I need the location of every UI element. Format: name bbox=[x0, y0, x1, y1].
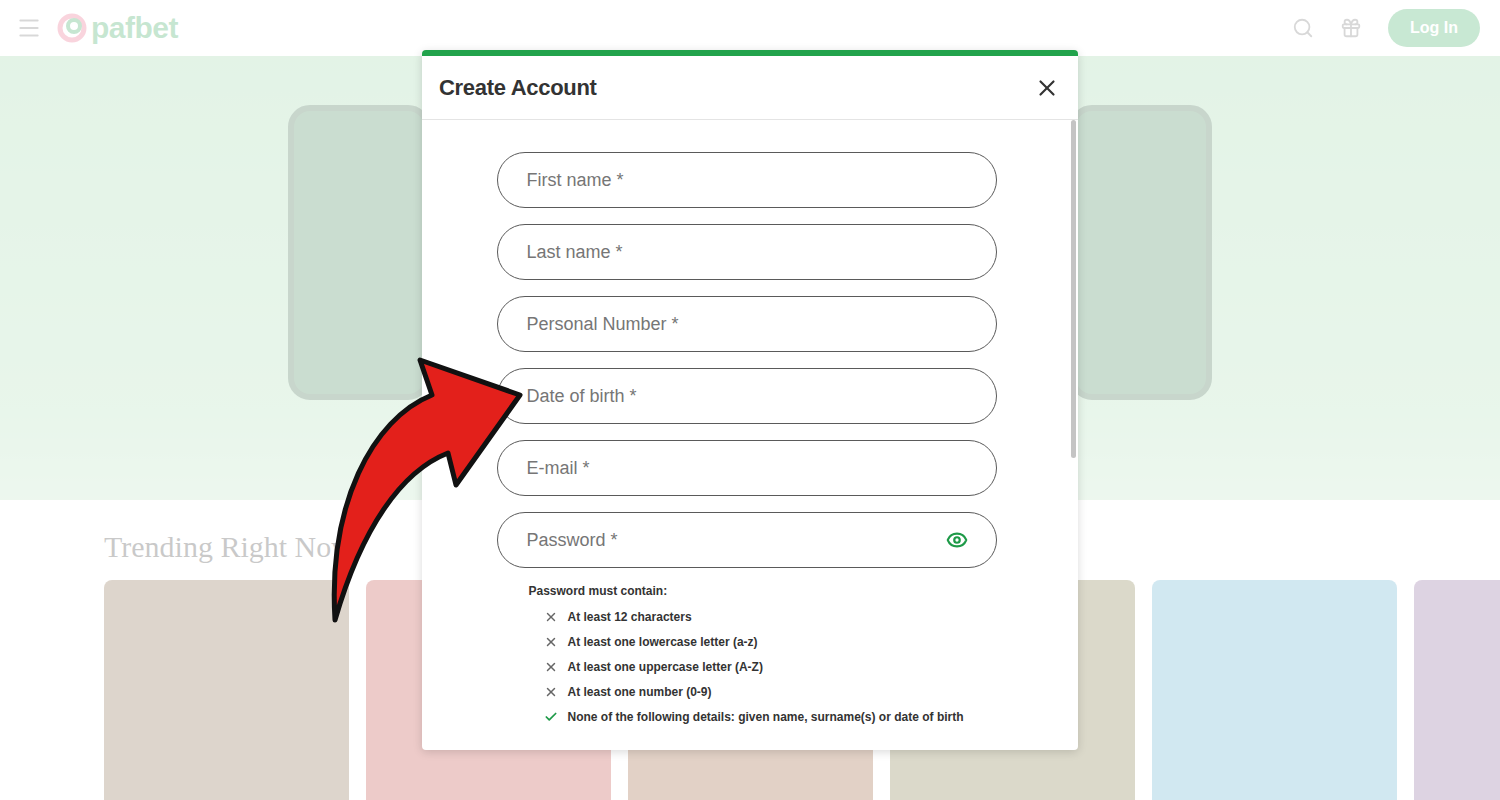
text-input[interactable] bbox=[527, 516, 946, 565]
create-account-modal: Create Account Password must contain: At l… bbox=[422, 50, 1078, 750]
red-arrow-icon bbox=[320, 355, 530, 627]
scrollbar-thumb[interactable] bbox=[1071, 120, 1076, 458]
form-field bbox=[497, 440, 997, 496]
eye-icon bbox=[946, 529, 968, 551]
cross-icon bbox=[544, 635, 558, 649]
rule-label: At least 12 characters bbox=[568, 610, 692, 624]
check-icon bbox=[544, 710, 558, 724]
cross-icon bbox=[544, 610, 558, 624]
form-field bbox=[497, 296, 997, 352]
form-field bbox=[497, 224, 997, 280]
text-input[interactable] bbox=[527, 156, 968, 205]
page: pafbetLog InTrending Right NowCreate Acc… bbox=[0, 0, 1500, 800]
form-field bbox=[497, 152, 997, 208]
rule-row: At least one lowercase letter (a-z) bbox=[529, 633, 997, 650]
rule-row: At least one number (0-9) bbox=[529, 683, 997, 700]
rule-row: At least 12 characters bbox=[529, 608, 997, 625]
signup-form: Password must contain: At least 12 charac… bbox=[422, 120, 1071, 750]
rule-label: None of the following details: given nam… bbox=[568, 710, 964, 724]
cross-icon bbox=[544, 685, 558, 699]
text-input[interactable] bbox=[527, 300, 968, 349]
rule-label: At least one lowercase letter (a-z) bbox=[568, 635, 758, 649]
rule-label: At least one number (0-9) bbox=[568, 685, 712, 699]
form-field bbox=[497, 512, 997, 568]
text-input[interactable] bbox=[527, 372, 968, 421]
show-password-button[interactable] bbox=[946, 529, 968, 551]
modal-header: Create Account bbox=[422, 56, 1078, 120]
close-icon bbox=[1034, 75, 1060, 101]
close-button[interactable] bbox=[1034, 75, 1060, 101]
rule-row: At least one uppercase letter (A-Z) bbox=[529, 658, 997, 675]
cross-icon bbox=[544, 660, 558, 674]
password-rules: Password must contain: At least 12 charac… bbox=[497, 584, 997, 725]
modal-body: Password must contain: At least 12 charac… bbox=[422, 120, 1078, 750]
scrollbar[interactable] bbox=[1071, 120, 1076, 750]
text-input[interactable] bbox=[527, 228, 968, 277]
rules-title: Password must contain: bbox=[529, 584, 997, 598]
rule-row: None of the following details: given nam… bbox=[529, 708, 997, 725]
text-input[interactable] bbox=[527, 444, 968, 493]
modal-title: Create Account bbox=[439, 75, 597, 101]
rule-label: At least one uppercase letter (A-Z) bbox=[568, 660, 763, 674]
form-field bbox=[497, 368, 997, 424]
